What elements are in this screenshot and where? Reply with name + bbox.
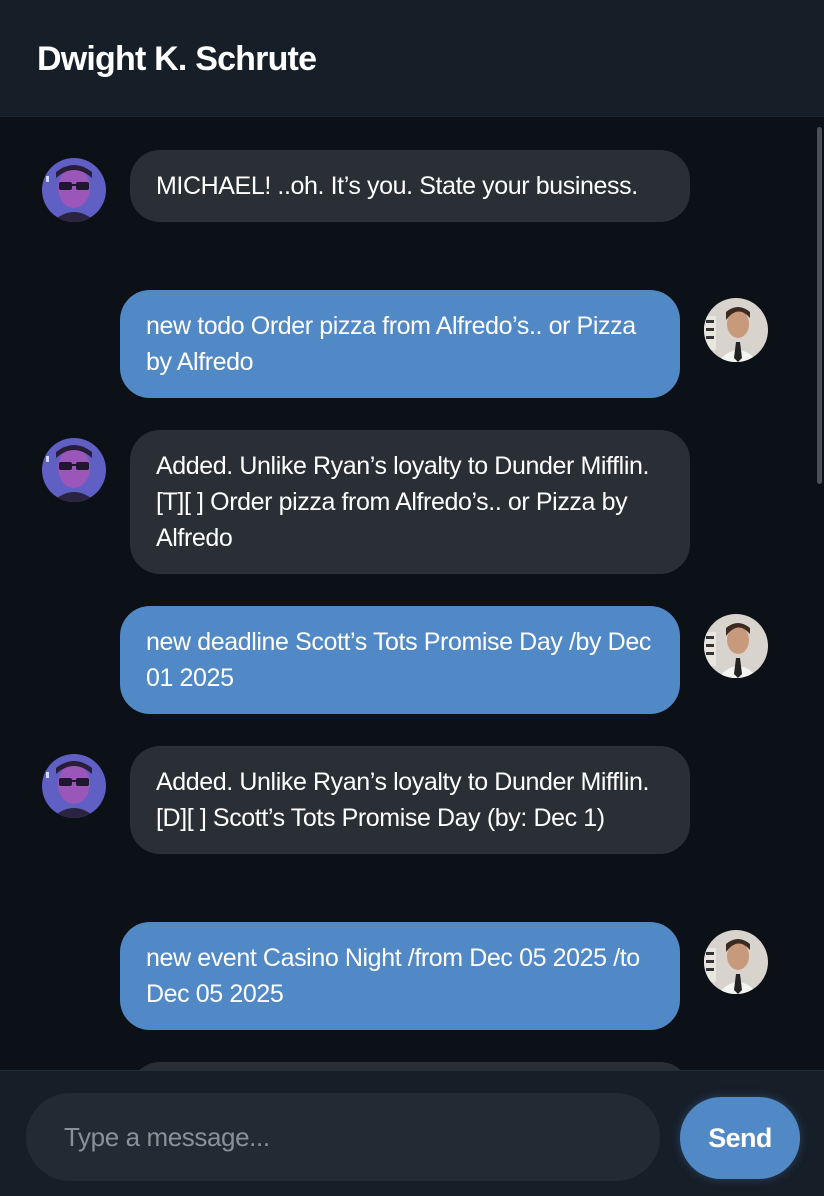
send-button[interactable]: Send	[680, 1097, 800, 1179]
bot-message-bubble: MICHAEL! ..oh. It’s you. State your busi…	[130, 150, 690, 222]
message-list[interactable]: MICHAEL! ..oh. It’s you. State your busi…	[0, 117, 824, 1070]
jim-avatar-icon	[704, 930, 768, 994]
dwight-avatar-icon	[42, 158, 106, 222]
chat-app: Dwight K. Schrute MICHAEL! ..oh. It’s yo…	[0, 0, 824, 1196]
chat-header: Dwight K. Schrute	[0, 0, 824, 117]
chat-title: Dwight K. Schrute	[37, 40, 317, 78]
dwight-avatar-icon	[42, 754, 106, 818]
bot-message-bubble: Added. Unlike Ryan’s loyalty to Dunder M…	[130, 746, 690, 854]
message-input[interactable]	[64, 1093, 624, 1181]
user-message-bubble: new deadline Scott’s Tots Promise Day /b…	[120, 606, 680, 714]
bot-message-bubble: Added. Unlike Ryan’s loyalty to Dunder M…	[130, 430, 690, 574]
message-composer: Send	[0, 1070, 824, 1196]
jim-avatar-icon	[704, 614, 768, 678]
user-message-bubble: new event Casino Night /from Dec 05 2025…	[120, 922, 680, 1030]
chat-scrollbar[interactable]	[817, 127, 822, 484]
jim-avatar-icon	[704, 298, 768, 362]
bot-message-bubble	[130, 1062, 690, 1070]
dwight-avatar-icon	[42, 438, 106, 502]
message-input-wrapper	[26, 1093, 660, 1181]
user-message-bubble: new todo Order pizza from Alfredo’s.. or…	[120, 290, 680, 398]
